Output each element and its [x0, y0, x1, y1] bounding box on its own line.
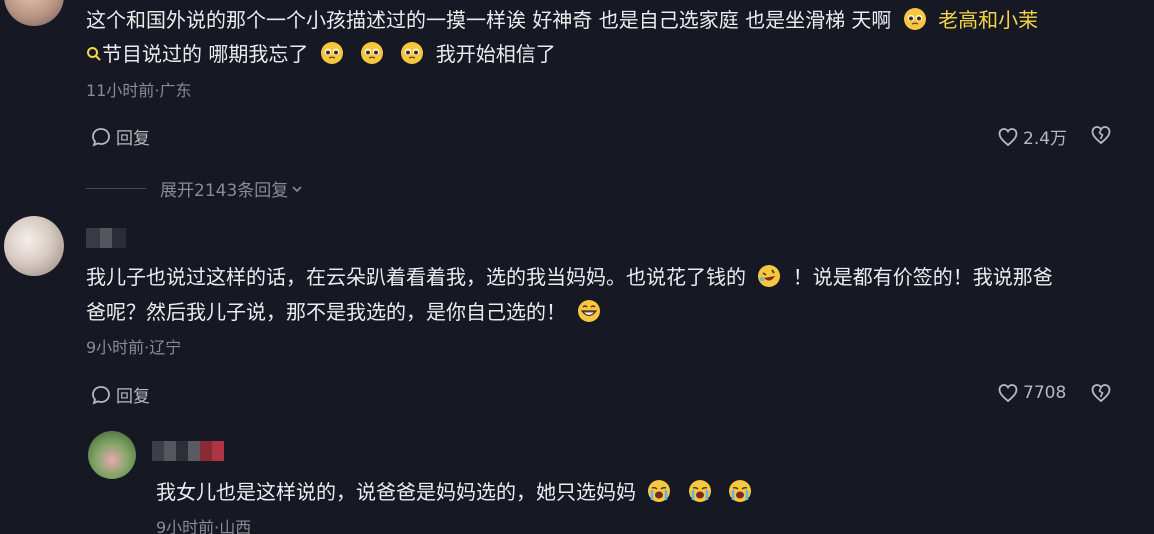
search-icon[interactable]: [86, 46, 102, 62]
reply1-text-line: 我女儿也是这样说的，说爸爸是妈妈选的，她只选妈妈: [156, 474, 757, 510]
divider: [86, 188, 146, 189]
comment2-text: 我儿子也说过这样的话，在云朵趴着看着我，选的我当妈妈。也说花了钱的: [86, 265, 746, 289]
reply-label: 回复: [116, 387, 150, 407]
comment2-avatar[interactable]: [4, 216, 64, 276]
comment2-like-button[interactable]: 7708: [997, 382, 1066, 404]
comment2-text-line1: 我儿子也说过这样的话，在云朵趴着看着我，选的我当妈妈。也说花了钱的 ！说是都有价…: [86, 259, 1053, 295]
comment1-text-tail: 我开始相信了: [435, 42, 556, 66]
comment1-text-line1: 这个和国外说的那个一个小孩描述过的一摸一样诶 好神奇 也是自己选家庭 也是坐滑梯…: [86, 2, 1038, 38]
comment2-text-tail: ！说是都有价签的！我说那爸: [792, 265, 1053, 289]
comment1-meta: 11小时前·广东: [86, 81, 192, 100]
rolling-laughing-emoji-icon: [758, 265, 781, 287]
comment2-meta: 9小时前·辽宁: [86, 338, 182, 357]
heart-icon: [998, 127, 1018, 146]
pleading-face-emoji-icon: [361, 42, 384, 64]
reply1-avatar[interactable]: [88, 431, 136, 479]
reply1-username-blurred[interactable]: [152, 441, 224, 461]
expand-replies-button[interactable]: 展开2143条回复: [86, 176, 304, 201]
reply-label: 回复: [116, 129, 150, 149]
comment1-dislike-button[interactable]: [1090, 124, 1116, 146]
pleading-face-emoji-icon: [903, 8, 926, 30]
pleading-face-emoji-icon: [401, 42, 424, 64]
reply1-meta: 9小时前·山西: [156, 518, 252, 534]
expand-replies-label: 展开2143条回复: [160, 181, 289, 201]
comment2-reply-button[interactable]: 回复: [90, 382, 150, 407]
comment2-dislike-button[interactable]: [1090, 382, 1116, 404]
crying-face-emoji-icon: [648, 480, 671, 502]
mention-link[interactable]: 老高和小茉: [938, 8, 1038, 32]
comment1-text-line2: 节目说过的 哪期我忘了 我开始相信了: [86, 36, 556, 72]
comment1-reply-button[interactable]: 回复: [90, 124, 150, 149]
comment-bubble-icon: [92, 127, 110, 147]
heart-icon: [998, 384, 1018, 403]
crying-face-emoji-icon: [688, 480, 711, 502]
comment2-text-line2: 爸呢？然后我儿子说，那不是我选的，是你自己选的！: [86, 294, 606, 330]
broken-heart-icon: [1091, 126, 1111, 145]
pleading-face-emoji-icon: [320, 42, 343, 64]
comment-bubble-icon: [92, 385, 110, 405]
like-count: 7708: [1023, 383, 1067, 403]
comment1-text: 这个和国外说的那个一个小孩描述过的一摸一样诶 好神奇 也是自己选家庭 也是坐滑梯…: [86, 8, 892, 32]
reply1-text: 我女儿也是这样说的，说爸爸是妈妈选的，她只选妈妈: [156, 480, 636, 504]
crying-face-emoji-icon: [729, 480, 752, 502]
grinning-face-emoji-icon: [578, 300, 601, 322]
comment2-text-cont: 爸呢？然后我儿子说，那不是我选的，是你自己选的！: [86, 300, 566, 324]
comment1-text-cont: 节目说过的 哪期我忘了: [102, 42, 309, 66]
comment2-username-blurred[interactable]: [86, 228, 126, 248]
broken-heart-icon: [1091, 384, 1111, 403]
comment1-like-button[interactable]: 2.4万: [997, 124, 1067, 149]
like-count: 2.4万: [1023, 129, 1068, 149]
chevron-down-icon: [292, 185, 302, 192]
comment1-avatar[interactable]: [4, 0, 64, 26]
